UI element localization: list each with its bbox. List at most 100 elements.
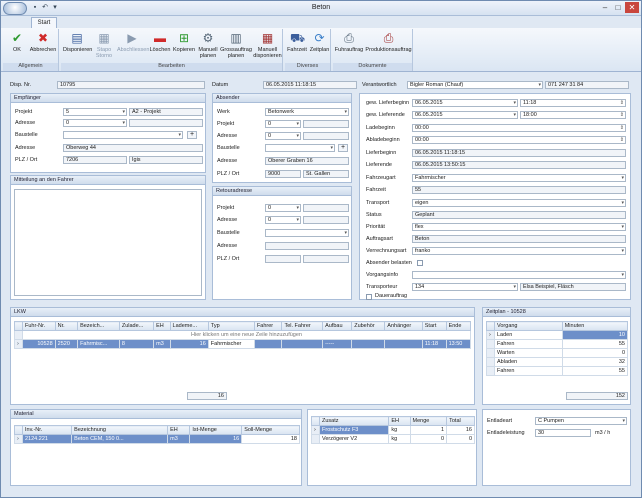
cell[interactable]: 0 [409, 434, 448, 444]
column-header[interactable]: Minuten [561, 321, 629, 331]
cell[interactable]: 55 [561, 339, 629, 349]
column-header[interactable]: Anhänger [384, 321, 423, 331]
column-header[interactable]: Inv.-Nr. [21, 425, 73, 435]
cell[interactable]: 0 [446, 434, 475, 444]
tab-start[interactable]: Start [31, 17, 57, 28]
column-header[interactable]: EH [167, 425, 191, 435]
column-header[interactable]: Lademe... [169, 321, 209, 331]
abschliessen-button[interactable]: ▶ Abschliessen [117, 31, 149, 63]
vorgangsinfo-select[interactable] [412, 271, 626, 279]
table-row[interactable]: Abladen 32 [486, 357, 629, 367]
entladeart-select[interactable]: C Pumpen [535, 417, 627, 425]
verantwortlich-select[interactable]: Bigler Roman (Chauf) [407, 81, 543, 89]
cell[interactable]: 10 [561, 330, 629, 340]
column-header[interactable]: Aufbau [322, 321, 353, 331]
cell[interactable]: Abladen [494, 357, 563, 367]
table-row[interactable]: Warten 0 [486, 348, 629, 358]
disponieren-button[interactable]: ▤ Disponieren [63, 31, 92, 63]
cell[interactable] [281, 339, 324, 349]
fahrzeugart-select[interactable]: Fahrmischer [412, 174, 626, 182]
cell[interactable] [384, 339, 423, 349]
column-header[interactable]: EH [153, 321, 171, 331]
entladeleistung-input[interactable]: 30 [535, 429, 591, 437]
maximize-icon[interactable]: □ [612, 2, 624, 13]
table-row[interactable]: Verzögerer V2 kg 0 0 [311, 434, 475, 444]
fahrzeit-button[interactable]: ⛟ Fahrzeit [286, 31, 308, 63]
stapo-storno-button[interactable]: ▦ Stapo Storno [93, 31, 115, 63]
table-row[interactable]: › 10528 2520 Fahrmisc... 8 m3 16 Fahrmischer --… [14, 339, 472, 349]
cell[interactable]: Frostschutz F3 [318, 425, 390, 435]
cell[interactable]: 55 [561, 366, 629, 376]
ladebeginn-spinner[interactable]: 00:00 [412, 124, 626, 132]
column-header[interactable]: Fahrer [253, 321, 283, 331]
table-row[interactable]: Fahren 55 [486, 366, 629, 376]
absender-belasten-checkbox[interactable] [417, 260, 423, 266]
cell[interactable]: Fahren [494, 366, 563, 376]
mitteilung-textarea[interactable] [14, 189, 202, 296]
minimize-icon[interactable]: – [599, 2, 611, 13]
close-icon[interactable]: ✕ [625, 2, 639, 13]
dauerauftrag-checkbox[interactable] [366, 294, 372, 300]
column-header[interactable]: Zusatz [318, 416, 390, 426]
cell[interactable] [253, 339, 283, 349]
column-header[interactable]: Bezeichnung [71, 425, 169, 435]
column-header[interactable]: Start [421, 321, 447, 331]
adresse-select[interactable]: 0 [63, 119, 127, 127]
retour-adresse-select[interactable]: 0 [265, 216, 301, 224]
absender-baustelle-select[interactable] [265, 144, 335, 152]
fuhrauftrag-button[interactable]: ⎙ Fuhrauftrag [334, 31, 364, 63]
cell[interactable]: Fahrmisc... [77, 339, 120, 349]
cell[interactable]: Fahrmischer [207, 339, 255, 349]
column-header[interactable]: Ende [445, 321, 472, 331]
column-header[interactable]: Zulade... [118, 321, 155, 331]
cell[interactable]: kg [388, 425, 411, 435]
cell[interactable] [351, 339, 386, 349]
produktionsauftrag-button[interactable]: ⎙ Produktionsauftrag [365, 31, 412, 63]
cell[interactable]: Fahren [494, 339, 563, 349]
column-header[interactable]: Tel. Fahrer [281, 321, 324, 331]
lieferbeginn-time-spinner[interactable]: 11:18 [520, 99, 626, 107]
column-header[interactable]: Fuhr-Nr. [22, 321, 56, 331]
cell[interactable]: 1 [409, 425, 448, 435]
cell[interactable]: 10528 [22, 339, 56, 349]
cell[interactable]: m3 [167, 434, 191, 444]
cell[interactable]: 32 [561, 357, 629, 367]
projekt-select[interactable]: 5 [63, 108, 127, 116]
cell[interactable]: 13:50 [445, 339, 472, 349]
absender-adresse-select[interactable]: 0 [265, 132, 301, 140]
column-header[interactable]: Bezeich... [77, 321, 120, 331]
column-header[interactable]: Vorgang [494, 321, 563, 331]
retour-baustelle-select[interactable] [265, 229, 349, 237]
column-header[interactable]: Menge [409, 416, 448, 426]
transport-select[interactable]: eigen [412, 199, 626, 207]
column-header[interactable]: Soll-Menge [241, 425, 300, 435]
cell[interactable]: 16 [169, 339, 209, 349]
cell[interactable]: Warten [494, 348, 563, 358]
cell[interactable]: 2124.221 [21, 434, 73, 444]
new-row-hint[interactable]: Hier klicken um eine neue Zeile hinzuzuf… [22, 330, 471, 340]
zeitplan-button[interactable]: ⟳ Zeitplan [309, 31, 330, 63]
lieferende-time-spinner[interactable]: 18:00 [520, 111, 626, 119]
baustelle-select[interactable] [63, 131, 183, 139]
loeschen-button[interactable]: ▬ Löschen [149, 31, 171, 63]
column-header[interactable]: Ist-Menge [189, 425, 243, 435]
werk-select[interactable]: Betonwerk [265, 108, 349, 116]
cell[interactable]: m3 [153, 339, 171, 349]
table-row[interactable]: › 2124.221 Beton CEM, 150 0... m3 16 18 [14, 434, 300, 444]
cell[interactable]: 16 [189, 434, 243, 444]
cell[interactable]: 16 [446, 425, 475, 435]
prioritaet-select[interactable]: flex [412, 223, 626, 231]
table-row[interactable]: › Laden 10 [486, 330, 629, 340]
column-header[interactable]: Zubehör [351, 321, 386, 331]
cell[interactable]: Laden [494, 330, 563, 340]
new-row[interactable]: Hier klicken um eine neue Zeile hinzuzuf… [14, 330, 471, 340]
lieferende-date-picker[interactable]: 06.05.2015 [412, 111, 518, 119]
abladebeginn-spinner[interactable]: 00:00 [412, 136, 626, 144]
add-baustelle-button[interactable]: + [187, 131, 197, 139]
cell[interactable]: 0 [561, 348, 629, 358]
cell[interactable]: 11:18 [421, 339, 447, 349]
column-header[interactable]: Typ [207, 321, 255, 331]
add-absender-baustelle-button[interactable]: + [338, 144, 348, 152]
cell[interactable]: 2520 [54, 339, 79, 349]
table-row[interactable]: Fahren 55 [486, 339, 629, 349]
